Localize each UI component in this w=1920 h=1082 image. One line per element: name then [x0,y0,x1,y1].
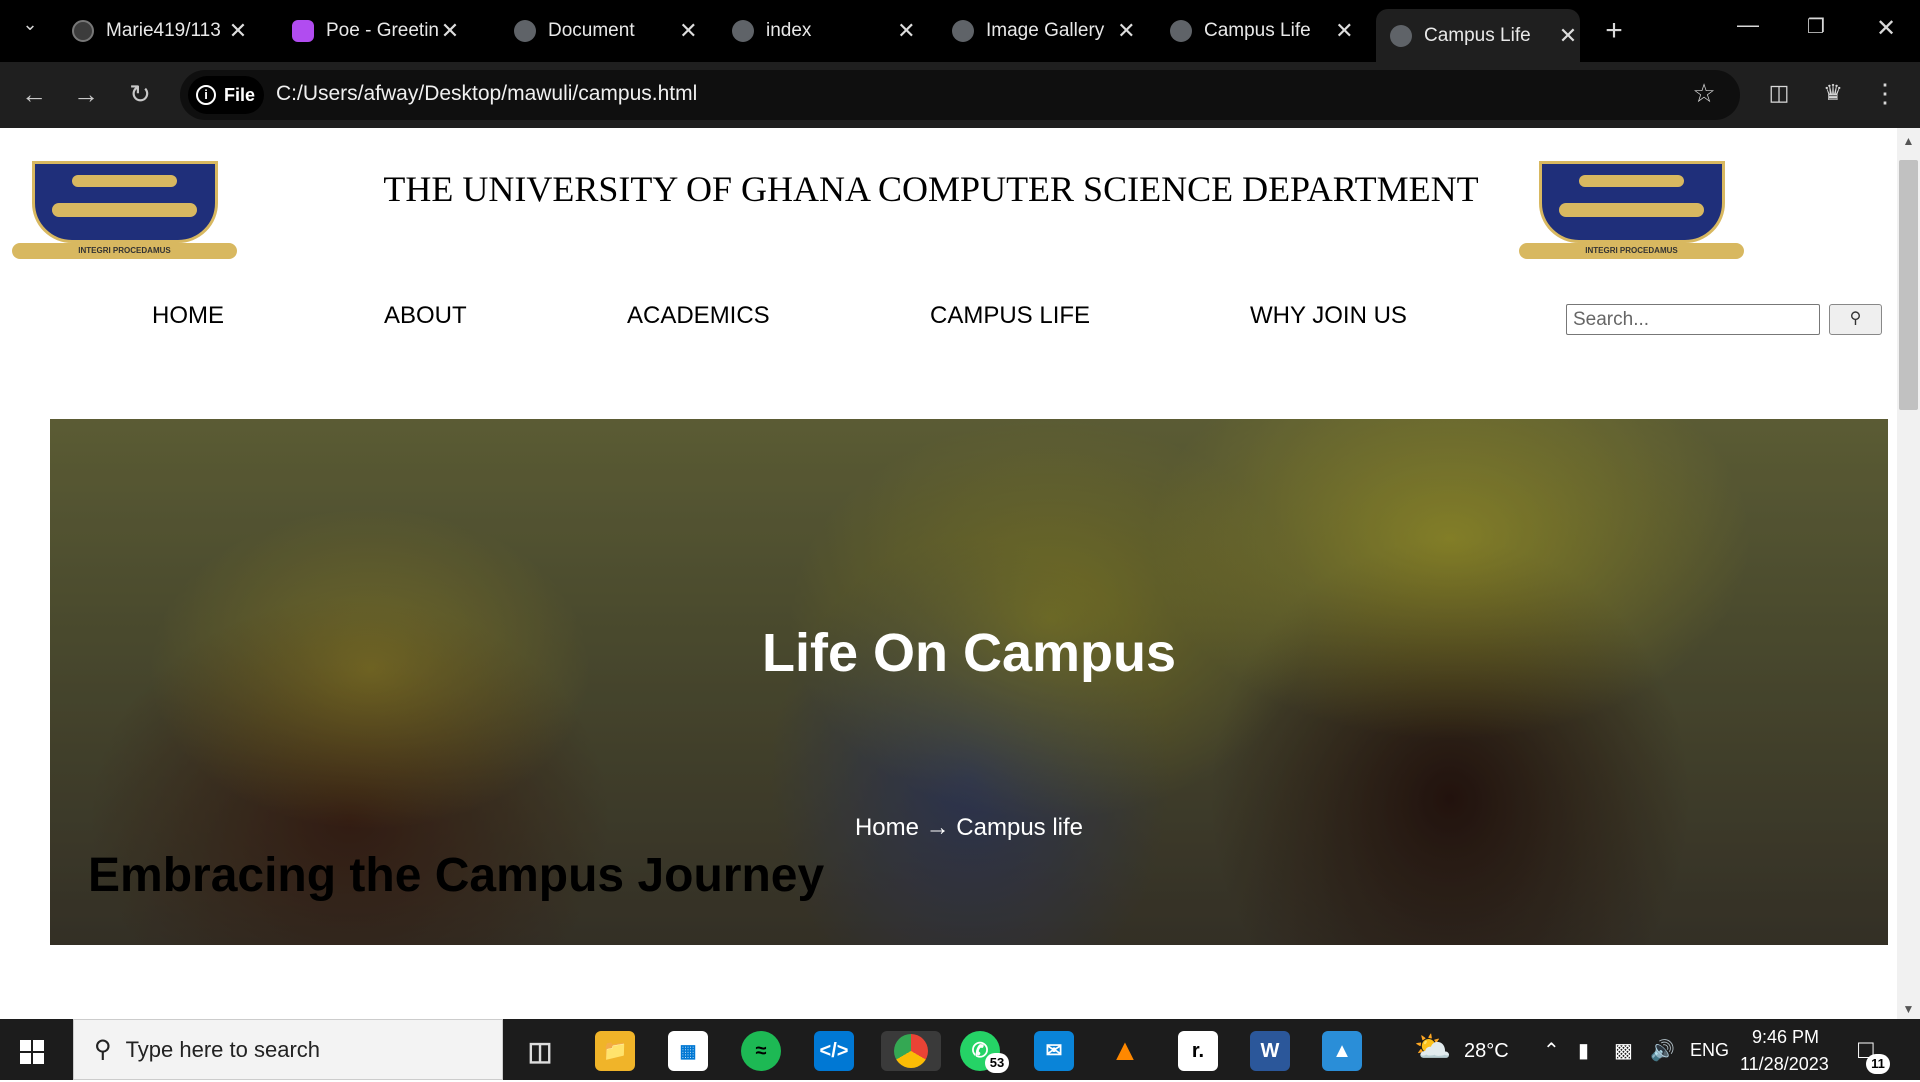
language-indicator[interactable]: ENG [1690,1040,1729,1061]
tab-title: Document [548,20,635,41]
side-panel-icon[interactable]: ◫ [1762,80,1796,106]
tab-title: Campus Life [1204,20,1311,41]
menu-kebab-icon[interactable]: ⋮ [1868,78,1902,109]
url-text[interactable]: C:/Users/afway/Desktop/mawuli/campus.htm… [276,82,697,106]
task-view-icon[interactable]: ◫ [520,1031,560,1071]
close-tab-icon[interactable]: ✕ [1115,18,1138,44]
weather-icon[interactable]: ⛅ [1414,1030,1451,1065]
scrollbar-thumb[interactable] [1899,160,1918,410]
chrome-logo [894,1034,928,1068]
tab-search-dropdown-icon[interactable]: ⌄ [14,14,46,35]
poe-icon [292,20,314,42]
whatsapp-badge: 53 [985,1053,1009,1073]
site-info-chip[interactable]: i File [188,76,264,114]
microsoft-store-icon[interactable]: ▦ [668,1031,708,1071]
battery-icon[interactable]: ▮ [1578,1038,1589,1063]
close-tab-icon[interactable]: ✕ [1556,23,1580,49]
tab-campus-life[interactable]: Campus Life ✕ [1156,9,1356,53]
nav-academics[interactable]: ACADEMICS [627,302,770,330]
tab-github[interactable]: Marie419/113 ✕ [58,9,268,53]
close-window-icon[interactable]: ✕ [1868,14,1904,43]
new-tab-icon[interactable]: + [1596,14,1632,48]
bookmark-star-icon[interactable]: ☆ [1686,78,1722,109]
profile-avatar[interactable]: ♛ [1816,80,1850,106]
tab-index[interactable]: index ✕ [718,9,918,53]
tab-title: Campus Life [1424,24,1531,46]
globe-icon [952,20,974,42]
logo-crest [1579,175,1684,187]
page-viewport: INTEGRI PROCEDAMUS THE UNIVERSITY OF GHA… [0,128,1920,1019]
info-icon: i [196,85,216,105]
volume-icon[interactable]: 🔊 [1650,1038,1675,1063]
forward-icon[interactable]: → [68,76,104,112]
university-logo-right: INTEGRI PROCEDAMUS [1519,161,1744,281]
search-input[interactable] [1566,304,1820,335]
section-heading: Embracing the Campus Journey [88,849,825,902]
file-explorer-icon[interactable]: 📁 [595,1031,635,1071]
logo-shield [1539,161,1725,243]
notification-count-badge: 11 [1866,1054,1890,1074]
scroll-up-arrow-icon[interactable]: ▲ [1897,134,1920,148]
logo-motto: INTEGRI PROCEDAMUS [12,243,237,259]
globe-icon [1390,24,1412,47]
roblox-studio-icon[interactable]: r. [1178,1031,1218,1071]
spotify-icon[interactable]: ≈ [741,1031,781,1071]
minimize-icon[interactable]: — [1730,12,1766,38]
taskbar-search-placeholder: Type here to search [125,1036,321,1062]
tab-campus-life-active[interactable]: Campus Life ✕ [1376,9,1580,62]
vscode-icon[interactable]: </> [814,1031,854,1071]
close-tab-icon[interactable]: ✕ [1333,18,1356,44]
search-button[interactable]: ⚲ [1829,304,1882,335]
vlc-icon[interactable]: ▲ [1105,1031,1145,1071]
close-tab-icon[interactable]: ✕ [226,18,250,44]
windows-start-icon[interactable] [20,1040,44,1064]
tab-poe[interactable]: Poe - Greeting ✕ [278,9,478,53]
nav-home[interactable]: HOME [152,302,224,330]
close-tab-icon[interactable]: ✕ [895,18,918,44]
clock-date[interactable]: 11/28/2023 [1740,1054,1829,1075]
tab-image-gallery[interactable]: Image Gallery ✕ [938,9,1138,53]
word-icon[interactable]: W [1250,1031,1290,1071]
scroll-down-arrow-icon[interactable]: ▼ [1897,1002,1920,1016]
globe-icon [1170,20,1192,42]
close-tab-icon[interactable]: ✕ [438,18,462,44]
weather-temperature[interactable]: 28°C [1464,1040,1509,1063]
chip-label: File [224,84,256,105]
globe-icon [514,20,536,42]
tab-title: index [766,20,812,41]
breadcrumb: Home → Campus life [854,814,1084,841]
search-icon: ⚲ [94,1036,112,1063]
reload-icon[interactable]: ↻ [122,76,158,112]
github-icon [72,20,94,42]
chrome-icon[interactable] [881,1031,941,1071]
logo-motto: INTEGRI PROCEDAMUS [1519,243,1744,259]
tab-title: Poe - Greeting [326,20,438,41]
network-icon[interactable]: ▩ [1614,1038,1633,1063]
photos-icon[interactable]: ▲ [1322,1031,1362,1071]
globe-icon [732,20,754,42]
logo-emblem [1559,203,1704,217]
search-icon: ⚲ [1849,310,1862,327]
back-icon[interactable]: ← [16,76,52,112]
tab-title: Image Gallery [986,20,1105,41]
tab-document[interactable]: Document ✕ [500,9,700,53]
close-tab-icon[interactable]: ✕ [677,18,700,44]
nav-why-join-us[interactable]: WHY JOIN US [1250,302,1407,330]
tab-title: Marie419/113 [106,20,221,41]
nav-about[interactable]: ABOUT [384,302,467,330]
restore-icon[interactable]: ❐ [1798,14,1834,39]
clock-time[interactable]: 9:46 PM [1752,1027,1819,1048]
nav-campus-life[interactable]: CAMPUS LIFE [930,302,1090,330]
mail-icon[interactable]: ✉ [1034,1031,1074,1071]
show-hidden-icons-icon[interactable]: ⌃ [1543,1038,1560,1063]
hero-title: Life On Campus [761,623,1177,683]
taskbar-search-box[interactable]: ⚲ Type here to search [73,1019,503,1080]
